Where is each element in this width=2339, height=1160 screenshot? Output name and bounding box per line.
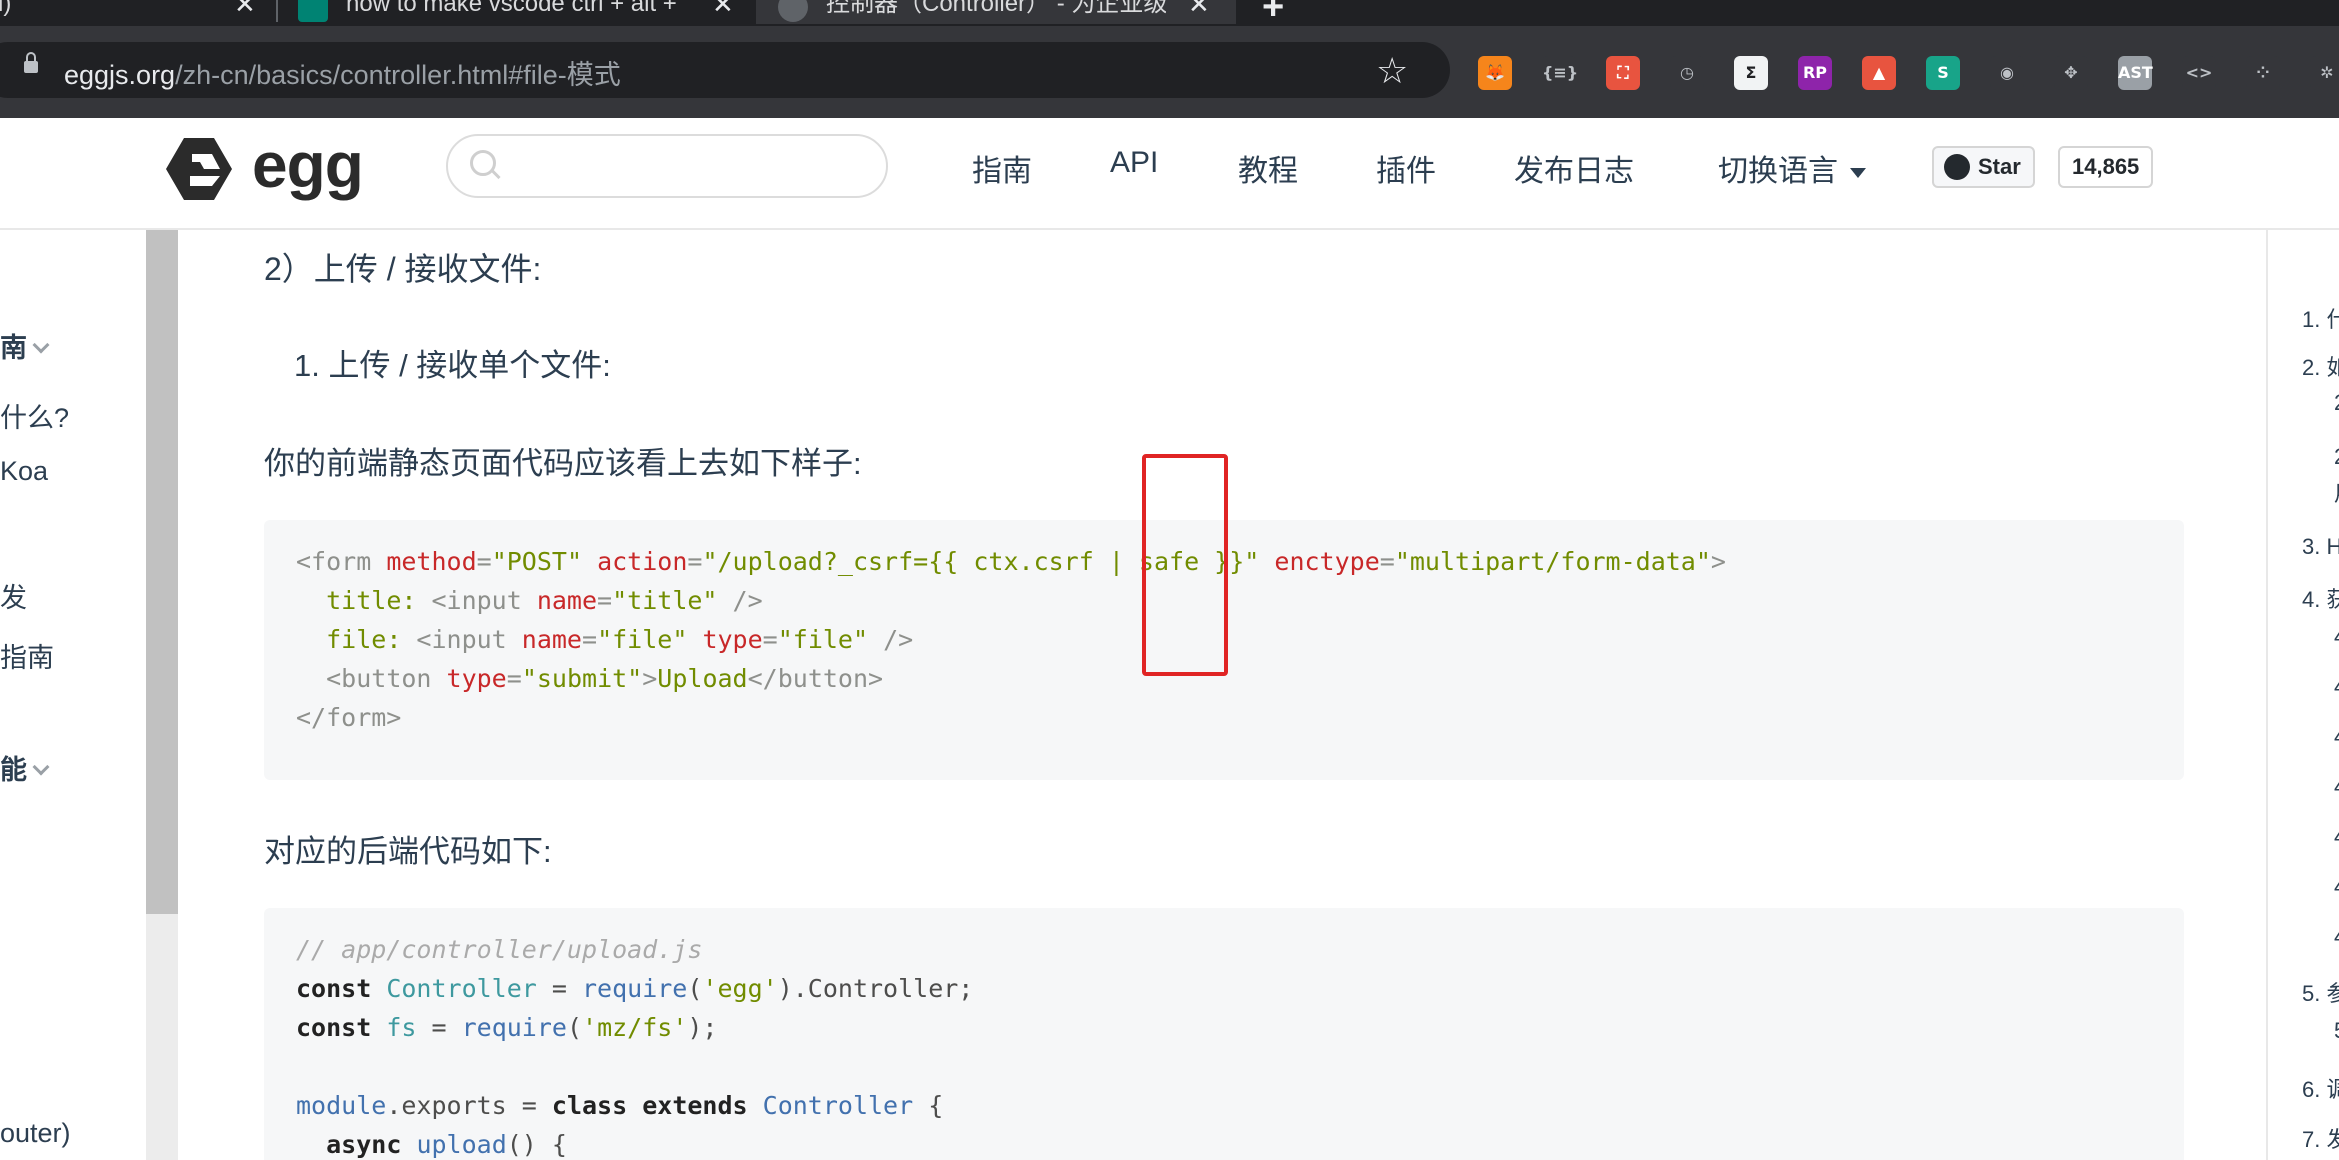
toc-subitem[interactable]: 4 [2334, 674, 2339, 700]
close-icon[interactable]: ✕ [712, 0, 734, 24]
ast-extension-icon[interactable]: AST [2118, 56, 2153, 90]
puzzle-extension-icon[interactable]: ✥ [2054, 56, 2088, 90]
toc-item[interactable]: 2. 如 [2302, 350, 2339, 382]
toc-subitem[interactable]: 4 [2334, 774, 2339, 800]
tab-title: 控制器（Controller） - 为企业级 [826, 0, 1166, 17]
address-bar[interactable]: eggjs.org/zh-cn/basics/controller.html#f… [0, 42, 1450, 98]
browser-tab-strip: l) ✕ how to make vscode ctrl + alt + ✕ 控… [0, 0, 2339, 26]
toc-subitem[interactable]: 2 [2334, 444, 2339, 470]
tab-title: how to make vscode ctrl + alt + [346, 0, 677, 17]
egg-icon [778, 0, 808, 22]
nav-guide[interactable]: 指南 [972, 146, 1032, 190]
toc-subitem[interactable]: 4 [2334, 874, 2339, 900]
nav-api[interactable]: API [1110, 146, 1158, 180]
clock-extension-icon[interactable]: ◷ [1670, 56, 1704, 90]
toc-subitem[interactable]: 4 [2334, 624, 2339, 650]
browser-tab[interactable]: how to make vscode ctrl + alt + ✕ [290, 0, 750, 24]
sidebar-scrollbar-thumb[interactable] [146, 230, 178, 914]
bing-icon [298, 0, 328, 22]
bookmark-star-icon[interactable]: ☆ [1376, 50, 1408, 92]
search-input[interactable] [508, 144, 872, 186]
nav-plugins[interactable]: 插件 [1376, 146, 1436, 190]
sidebar-item[interactable]: Koa [0, 456, 48, 487]
toc-subitem[interactable]: 4 [2334, 824, 2339, 850]
code-extension-icon[interactable]: <> [2182, 56, 2216, 90]
main-content: 2）上传 / 接收文件: 1. 上传 / 接收单个文件: 你的前端静态页面代码应… [178, 230, 2266, 1160]
url-text[interactable]: eggjs.org/zh-cn/basics/controller.html#f… [64, 53, 621, 92]
sidebar-group[interactable]: 南 [0, 326, 50, 365]
nav-tutorial[interactable]: 教程 [1238, 146, 1298, 190]
sitemap-extension-icon[interactable]: ⛶ [1606, 56, 1640, 90]
toc-item[interactable]: 3. H [2302, 534, 2339, 560]
json-extension-icon[interactable]: {≡} [1542, 56, 1578, 90]
dots-extension-icon[interactable]: ⁘ [2246, 56, 2280, 90]
tab-title: l) [0, 0, 12, 17]
browser-tab[interactable]: l) ✕ [0, 0, 270, 24]
nav-changelog[interactable]: 发布日志 [1514, 146, 1634, 190]
s-extension-icon[interactable]: S [1926, 56, 1960, 90]
nav-language-dropdown[interactable]: 切换语言 [1718, 146, 1866, 190]
toc-subitem[interactable]: 4 [2334, 724, 2339, 750]
github-star-count[interactable]: 14,865 [2058, 146, 2154, 188]
chevron-down-icon [32, 758, 50, 776]
new-tab-button[interactable]: + [1262, 0, 1284, 26]
code-block-js: // app/controller/upload.js const Contro… [264, 908, 2184, 1160]
toc-item[interactable]: 5. 参 [2302, 976, 2339, 1008]
paragraph: 对应的后端代码如下: [264, 834, 552, 869]
list-item: 1. 上传 / 接收单个文件: [294, 348, 611, 383]
site-search[interactable] [446, 134, 888, 198]
sidebar-group[interactable]: 能 [0, 748, 50, 787]
right-toc: 1. 什 2. 如 2 2 用 3. H 4. 获 4 4 4 4 4 4 4 … [2266, 230, 2339, 1160]
search-icon [470, 150, 496, 176]
toc-item[interactable]: 7. 发 [2302, 1122, 2339, 1154]
dropdown-caret-icon [1850, 168, 1866, 179]
github-star-button[interactable]: Star [1932, 146, 2035, 188]
annotation-highlight-box [1142, 454, 1228, 676]
site-header: egg 指南 API 教程 插件 发布日志 切换语言 Star 14,865 [0, 118, 2339, 230]
terminal-extension-icon[interactable]: Σ [1734, 56, 1768, 90]
github-extension-icon[interactable]: ◉ [1990, 56, 2024, 90]
toc-subitem[interactable]: 4 [2334, 924, 2339, 950]
paragraph: 你的前端静态页面代码应该看上去如下样子: [264, 446, 862, 481]
chevron-down-icon [32, 336, 50, 354]
toc-item[interactable]: 1. 什 [2302, 302, 2339, 334]
close-icon[interactable]: ✕ [1188, 0, 1210, 24]
rocket-extension-icon[interactable]: ▲ [1862, 56, 1896, 90]
metamask-extension-icon[interactable]: 🦊 [1478, 56, 1512, 90]
sidebar-item[interactable]: 发 [0, 576, 27, 615]
logo-text[interactable]: egg [252, 128, 364, 202]
lock-icon[interactable] [24, 52, 38, 73]
close-icon[interactable]: ✕ [234, 0, 256, 24]
toc-subitem[interactable]: 2 [2334, 390, 2339, 416]
sidebar-item[interactable]: 什么? [0, 396, 69, 435]
rp-extension-icon[interactable]: RP [1798, 56, 1832, 90]
github-icon [1944, 154, 1970, 180]
sidebar-item[interactable]: 指南 [0, 636, 54, 675]
toc-subitem[interactable]: 5 [2334, 1018, 2339, 1044]
egg-logo-icon[interactable] [166, 138, 232, 200]
section-heading: 2）上传 / 接收文件: [264, 251, 542, 287]
sidebar-item[interactable]: outer) [0, 1118, 71, 1149]
toc-subitem[interactable]: 用 [2334, 476, 2339, 508]
tab-divider [276, 0, 278, 22]
browser-tab-active[interactable]: 控制器（Controller） - 为企业级 ✕ [756, 0, 1236, 24]
gear-extension-icon[interactable]: ✲ [2310, 56, 2339, 90]
left-sidebar: 南 什么? Koa 发 指南 能 outer) [0, 230, 146, 1160]
toc-item[interactable]: 4. 获 [2302, 582, 2339, 614]
browser-toolbar: eggjs.org/zh-cn/basics/controller.html#f… [0, 26, 2339, 118]
toc-item[interactable]: 6. 调 [2302, 1072, 2339, 1104]
